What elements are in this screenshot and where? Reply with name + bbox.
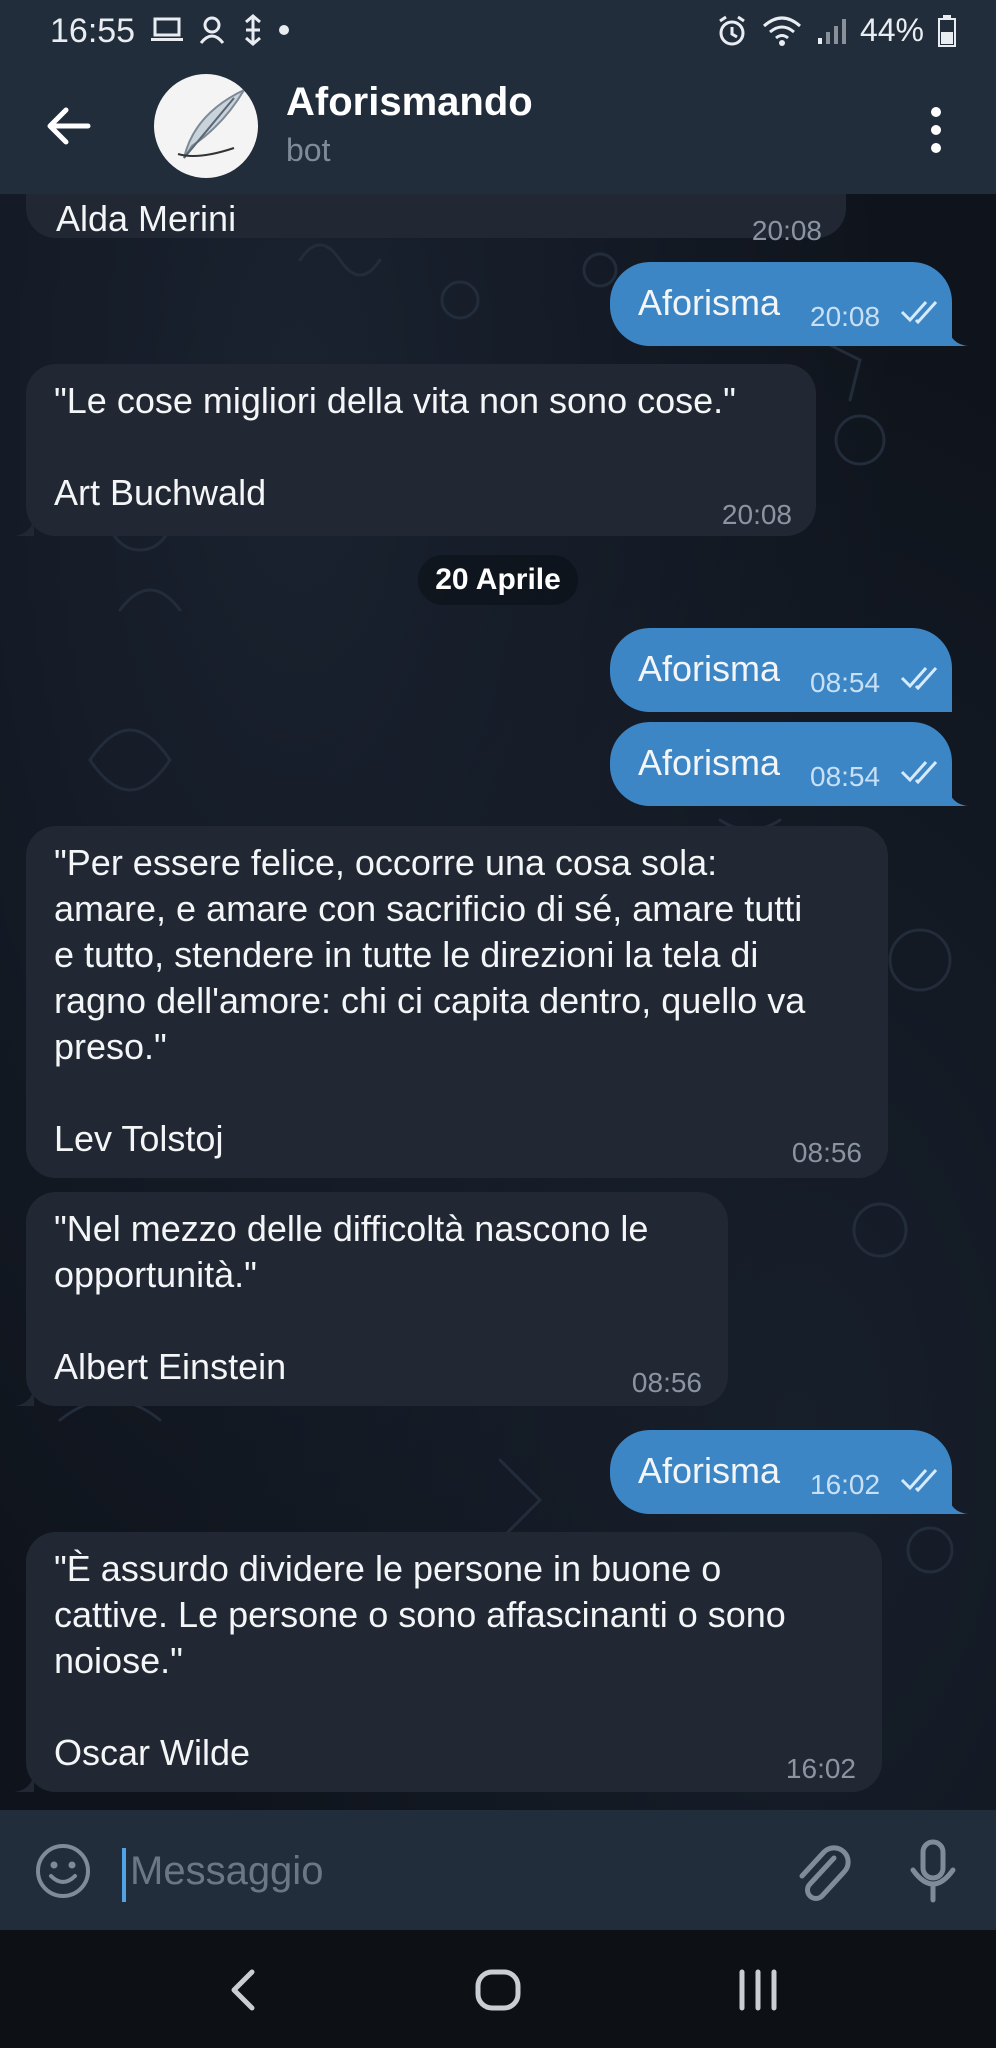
chat-subtitle: bot	[286, 132, 331, 168]
message-time: 16:02	[810, 1469, 881, 1500]
message-outgoing[interactable]: Aforisma 08:54	[610, 628, 952, 712]
more-vertical-icon[interactable]	[916, 100, 956, 160]
text-cursor	[122, 1848, 126, 1902]
chat-title[interactable]: Aforismando	[286, 80, 533, 125]
battery-percent: 44%	[859, 12, 924, 48]
double-check-icon	[900, 1468, 938, 1492]
signal-icon	[817, 18, 846, 44]
bubble-tail	[948, 326, 968, 346]
nav-recent-apps-icon[interactable]	[734, 1960, 782, 2020]
chat-header: Aforismando bot	[0, 60, 996, 194]
message-text: Aforisma	[638, 1450, 781, 1491]
message-time: 20:08	[721, 499, 792, 530]
nav-home-icon[interactable]	[472, 1960, 524, 2020]
message-incoming[interactable]: Alda Merini 20:08	[26, 194, 846, 246]
message-incoming[interactable]: "Per essere felice, occorre una cosa sol…	[26, 826, 888, 1178]
microphone-icon[interactable]	[905, 1838, 961, 1904]
message-text: "È assurdo dividere le persone in buone …	[54, 1548, 786, 1773]
bubble-tail	[14, 1386, 34, 1406]
message-list[interactable]: Alda Merini 20:08 Aforisma 20:08 "Le cos…	[0, 194, 996, 1810]
message-text: Aforisma	[638, 648, 781, 689]
message-incoming[interactable]: "Le cose migliori della vita non sono co…	[14, 364, 816, 536]
message-input[interactable]	[128, 1840, 752, 1902]
message-time: 08:54	[810, 667, 881, 698]
message-text: Aforisma	[638, 742, 781, 783]
smile-icon[interactable]	[34, 1842, 92, 1900]
double-check-icon	[900, 760, 938, 784]
wifi-icon	[762, 16, 801, 46]
status-system-icons: 44%	[716, 12, 956, 49]
message-text: Alda Merini	[56, 198, 237, 239]
back-arrow-icon[interactable]	[38, 96, 98, 156]
quill-logo-icon	[177, 87, 247, 159]
message-time: 20:08	[751, 215, 822, 246]
bubble-tail	[948, 786, 968, 806]
message-text: "Le cose migliori della vita non sono co…	[54, 380, 736, 513]
bot-avatar[interactable]	[154, 74, 258, 178]
status-notification-icons	[150, 14, 290, 46]
telegram-chat-screen: 16:55 44% Aforismando bot Alda Merini 20…	[0, 0, 996, 2048]
double-check-icon	[900, 300, 938, 324]
message-time: 16:02	[785, 1753, 856, 1784]
message-outgoing[interactable]: Aforisma 16:02	[610, 1430, 968, 1514]
bubble-tail	[948, 1494, 968, 1514]
bubble-tail	[14, 1772, 34, 1792]
message-text: "Nel mezzo delle difficoltà nascono le o…	[54, 1208, 649, 1387]
battery-icon	[938, 14, 956, 47]
alarm-icon	[719, 15, 745, 45]
nav-back-icon[interactable]	[222, 1960, 262, 2020]
message-incoming[interactable]: "Nel mezzo delle difficoltà nascono le o…	[14, 1192, 728, 1406]
dot-icon	[279, 25, 289, 35]
message-outgoing[interactable]: Aforisma 08:54	[610, 722, 968, 806]
message-incoming[interactable]: "È assurdo dividere le persone in buone …	[14, 1532, 882, 1792]
date-separator: 20 Aprile	[418, 555, 578, 605]
double-check-icon	[900, 666, 938, 690]
user-icon	[199, 16, 225, 44]
paperclip-icon[interactable]	[790, 1838, 852, 1904]
message-outgoing[interactable]: Aforisma 20:08	[610, 262, 968, 346]
message-time: 08:54	[810, 761, 881, 792]
laptop-icon	[151, 17, 183, 41]
message-composer	[0, 1810, 996, 1930]
message-time: 08:56	[791, 1137, 862, 1168]
message-time: 08:56	[631, 1367, 702, 1398]
message-time: 20:08	[810, 301, 881, 332]
message-text: Aforisma	[638, 282, 781, 323]
sync-icon	[245, 14, 261, 46]
status-bar: 16:55 44%	[0, 0, 996, 60]
status-time: 16:55	[50, 12, 136, 50]
bubble-tail	[14, 516, 34, 536]
message-text: "Per essere felice, occorre una cosa sol…	[54, 842, 806, 1159]
system-navigation-bar	[0, 1930, 996, 2048]
